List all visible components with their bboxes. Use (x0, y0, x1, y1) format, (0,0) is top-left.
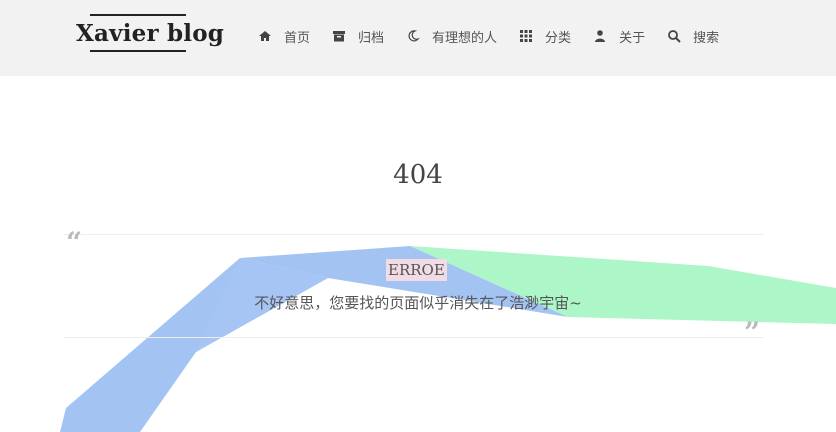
nav-item-categories[interactable]: 分类 (519, 27, 571, 46)
nav-item-ideal[interactable]: 有理想的人 (406, 27, 497, 46)
nav-label-archive: 归档 (358, 30, 385, 46)
main-nav: 首页 归档 有理想的人 分类 关于 搜索 (258, 24, 741, 48)
nav-label-about: 关于 (619, 30, 646, 46)
nav-item-archive[interactable]: 归档 (332, 27, 384, 46)
home-icon (259, 31, 271, 41)
nav-label-ideal: 有理想的人 (432, 30, 498, 46)
header-bar: Xavier blog 首页 归档 有理想的人 分类 关于 搜索 (0, 0, 836, 76)
quote-open-mark: “ (66, 226, 83, 259)
site-brand[interactable]: Xavier blog (76, 16, 224, 52)
error-message: 不好意思，您要找的页面似乎消失在了浩渺宇宙~ (254, 294, 582, 312)
nav-item-home[interactable]: 首页 (258, 27, 310, 46)
page-title: 404 (393, 160, 443, 190)
nav-label-search: 搜索 (693, 30, 720, 46)
grid-icon (520, 30, 533, 42)
archive-icon (333, 31, 346, 42)
moon-icon (408, 30, 420, 42)
brand-underline-bottom (90, 50, 186, 52)
nav-label-home: 首页 (284, 30, 311, 46)
nav-label-categories: 分类 (545, 30, 572, 46)
quote-close-mark: ” (744, 316, 761, 349)
nav-item-about[interactable]: 关于 (593, 27, 645, 46)
quote-rule-bottom (64, 337, 764, 338)
error-tag: ERROE (386, 259, 447, 281)
quote-rule-top (64, 234, 764, 235)
decorative-ribbon (60, 246, 836, 432)
nav-item-search[interactable]: 搜索 (667, 27, 719, 46)
user-icon (595, 30, 606, 42)
search-icon (668, 30, 681, 43)
